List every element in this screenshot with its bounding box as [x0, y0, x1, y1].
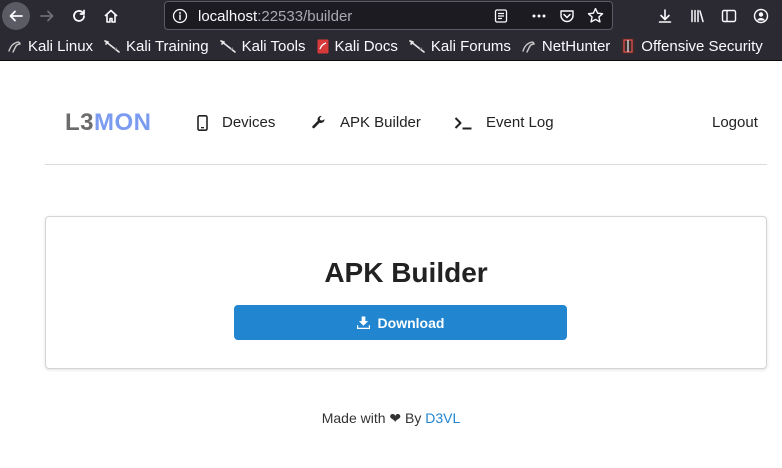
- footer-made-with: Made with ❤ By: [321, 410, 422, 426]
- kali-sword-icon: [409, 40, 425, 53]
- nav-devices[interactable]: Devices: [197, 114, 275, 131]
- bookmark-label: Offensive Security: [641, 37, 763, 55]
- browser-toolbar: localhost:22533/builder: [0, 0, 782, 32]
- account-button[interactable]: [750, 0, 772, 32]
- download-label: Download: [377, 314, 445, 331]
- footer: Made with ❤ By D3VL: [0, 410, 782, 427]
- forward-button[interactable]: [34, 0, 60, 32]
- bookmark-label: NetHunter: [541, 37, 611, 55]
- download-icon: [356, 316, 370, 329]
- page-actions-icon[interactable]: [531, 8, 547, 29]
- url-text[interactable]: localhost:22533/builder: [198, 8, 352, 25]
- reader-view-icon[interactable]: [493, 8, 509, 29]
- kali-docs-icon: [317, 39, 329, 53]
- bookmark-label: Kali Training: [126, 37, 209, 55]
- wrench-icon: [312, 115, 325, 129]
- logo-part-mon: MON: [94, 109, 152, 136]
- bookmarks-bar: Kali Linux Kali Training Kali Tools Kali…: [0, 32, 782, 61]
- sidebar-button[interactable]: [718, 0, 740, 32]
- home-button[interactable]: [98, 0, 124, 32]
- kali-sword-icon: [219, 40, 236, 53]
- page-title: APK Builder: [324, 257, 488, 288]
- nav-event-log-label: Event Log: [486, 114, 554, 131]
- nav-apk-builder[interactable]: APK Builder: [311, 114, 421, 131]
- mobile-phone-icon: [197, 114, 208, 131]
- bookmark-label: Kali Docs: [334, 37, 398, 55]
- reload-icon: [73, 9, 85, 22]
- arrow-right-icon: [40, 10, 54, 22]
- sidebar-icon: [721, 9, 737, 23]
- offsec-icon: [621, 38, 636, 54]
- bookmark-offensive-security[interactable]: Offensive Security: [621, 37, 763, 55]
- url-path: :22533/builder: [257, 8, 353, 25]
- library-button[interactable]: [686, 0, 708, 32]
- download-apk-button[interactable]: Download: [234, 305, 567, 340]
- download-icon: [658, 9, 672, 23]
- reload-button[interactable]: [66, 0, 92, 32]
- logo-part-l3: L3: [65, 109, 95, 136]
- bookmark-label: Kali Forums: [430, 37, 511, 55]
- builder-card: APK Builder Download: [45, 216, 767, 369]
- home-icon: [104, 9, 118, 23]
- bookmark-star-icon[interactable]: [587, 7, 604, 29]
- app-navbar: L3MON Devices APK Builder Event Log Logo…: [45, 61, 767, 165]
- bookmark-label: Kali Linux: [28, 37, 94, 55]
- arrow-left-icon: [9, 10, 23, 22]
- bookmark-kali-tools[interactable]: Kali Tools: [219, 37, 306, 55]
- bookmark-kali-linux[interactable]: Kali Linux: [8, 38, 93, 55]
- nav-event-log[interactable]: Event Log: [454, 114, 554, 131]
- footer-author-link[interactable]: D3VL: [425, 410, 460, 426]
- site-info-icon[interactable]: [172, 8, 188, 29]
- kali-dragon-icon: [522, 41, 535, 53]
- nav-apk-builder-label: APK Builder: [340, 114, 421, 131]
- url-host: localhost: [198, 8, 258, 25]
- bookmark-label: Kali Tools: [241, 37, 306, 55]
- kali-sword-icon: [104, 40, 120, 53]
- bookmark-nethunter[interactable]: NetHunter: [522, 38, 610, 55]
- back-button[interactable]: [2, 2, 30, 30]
- logout-link[interactable]: Logout: [712, 114, 758, 131]
- downloads-button[interactable]: [654, 0, 676, 32]
- bookmark-kali-forums[interactable]: Kali Forums: [409, 38, 511, 55]
- kali-dragon-icon: [8, 41, 21, 53]
- terminal-icon: [454, 116, 472, 129]
- nav-devices-label: Devices: [222, 114, 276, 131]
- app-logo[interactable]: L3MON: [65, 109, 152, 137]
- account-icon: [753, 8, 769, 24]
- library-icon: [691, 9, 704, 23]
- pocket-icon[interactable]: [559, 8, 575, 29]
- address-bar[interactable]: localhost:22533/builder: [164, 1, 613, 30]
- bookmark-kali-docs[interactable]: Kali Docs: [317, 38, 398, 55]
- bookmark-kali-training[interactable]: Kali Training: [104, 38, 209, 55]
